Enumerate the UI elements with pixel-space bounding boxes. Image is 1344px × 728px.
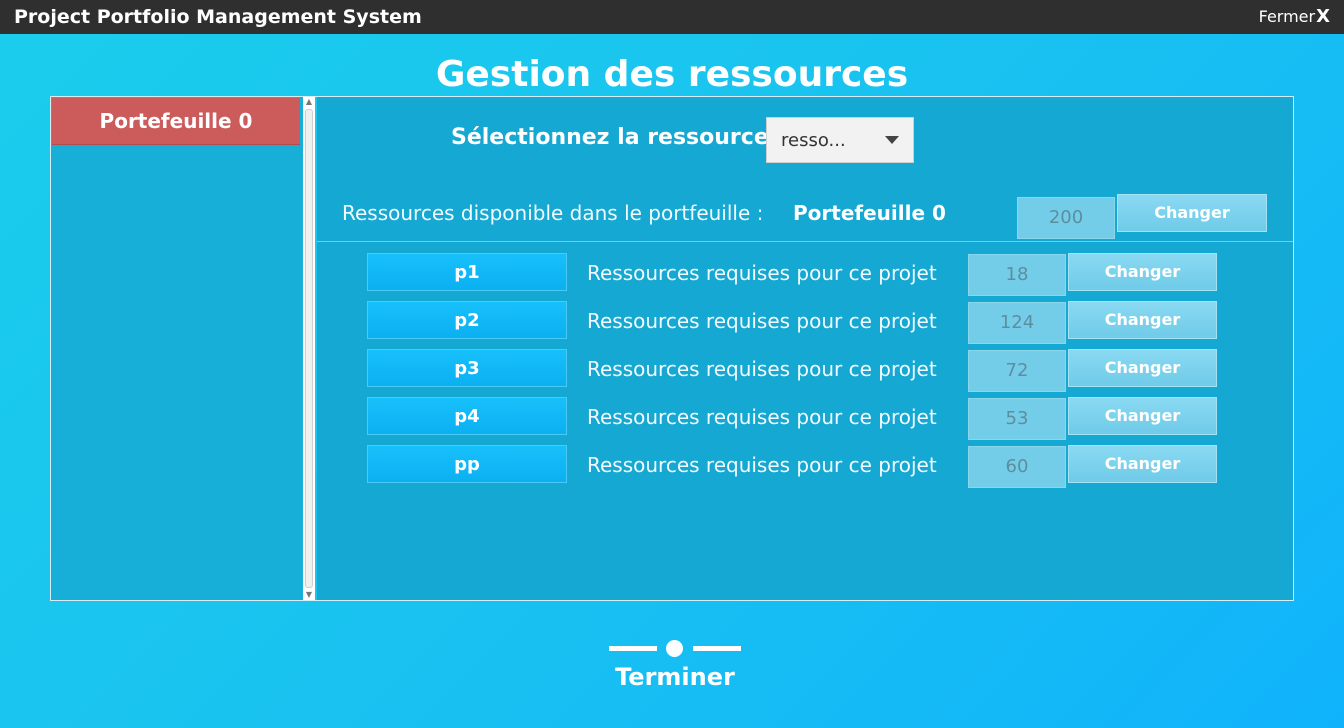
close-icon: X (1316, 6, 1330, 27)
required-resources-label: Ressources requises pour ce projet (587, 261, 937, 285)
scroll-thumb[interactable] (305, 109, 313, 588)
change-project-button[interactable]: Changer (1068, 301, 1217, 339)
change-available-button[interactable]: Changer (1117, 194, 1267, 232)
required-resources-field[interactable]: 124 (968, 302, 1066, 344)
resource-dropdown-value: resso... (781, 130, 846, 151)
project-button-p2[interactable]: p2 (367, 301, 567, 339)
required-resources-label: Ressources requises pour ce projet (587, 309, 937, 333)
project-button-p1[interactable]: p1 (367, 253, 567, 291)
portfolio-sidebar: Portefeuille 0 (51, 97, 303, 600)
close-label: Fermer (1258, 7, 1316, 26)
scroll-up-icon[interactable]: ▲ (303, 97, 315, 107)
required-resources-field[interactable]: 60 (968, 446, 1066, 488)
required-resources-label: Ressources requises pour ce projet (587, 405, 937, 429)
available-portfolio-name: Portefeuille 0 (793, 201, 946, 225)
page-title: Gestion des ressources (435, 54, 909, 95)
change-project-button[interactable]: Changer (1068, 445, 1217, 483)
resource-dropdown[interactable]: resso... (766, 117, 914, 163)
sidebar-item-portfolio-0[interactable]: Portefeuille 0 (52, 98, 300, 145)
required-resources-field[interactable]: 18 (968, 254, 1066, 296)
change-project-button[interactable]: Changer (1068, 349, 1217, 387)
chevron-down-icon (885, 136, 899, 144)
sidebar-scrollbar[interactable]: ▲ ▼ (303, 97, 315, 600)
resource-select-label: Sélectionnez la ressource (451, 125, 769, 150)
required-resources-field[interactable]: 53 (968, 398, 1066, 440)
change-project-button[interactable]: Changer (1068, 253, 1217, 291)
close-button[interactable]: FermerX (1259, 6, 1330, 27)
available-resources-label: Ressources disponible dans le portfeuill… (342, 201, 764, 225)
project-button-p3[interactable]: p3 (367, 349, 567, 387)
required-resources-field[interactable]: 72 (968, 350, 1066, 392)
change-project-button[interactable]: Changer (1068, 397, 1217, 435)
divider (317, 241, 1293, 242)
content-panel: Portefeuille 0 ▲ ▼ Sélectionnez la resso… (50, 96, 1294, 601)
available-resources-field[interactable]: 200 (1017, 197, 1115, 239)
scroll-down-icon[interactable]: ▼ (303, 590, 315, 600)
finish-label: Terminer (615, 663, 735, 691)
project-button-p4[interactable]: p4 (367, 397, 567, 435)
resource-main-area: Sélectionnez la ressource resso... Resso… (317, 97, 1293, 600)
project-button-pp[interactable]: pp (367, 445, 567, 483)
title-bar: Project Portfolio Management System Ferm… (0, 0, 1344, 34)
required-resources-label: Ressources requises pour ce projet (587, 357, 937, 381)
finish-button[interactable]: Terminer (605, 633, 745, 699)
required-resources-label: Ressources requises pour ce projet (587, 453, 937, 477)
app-title: Project Portfolio Management System (14, 6, 422, 28)
